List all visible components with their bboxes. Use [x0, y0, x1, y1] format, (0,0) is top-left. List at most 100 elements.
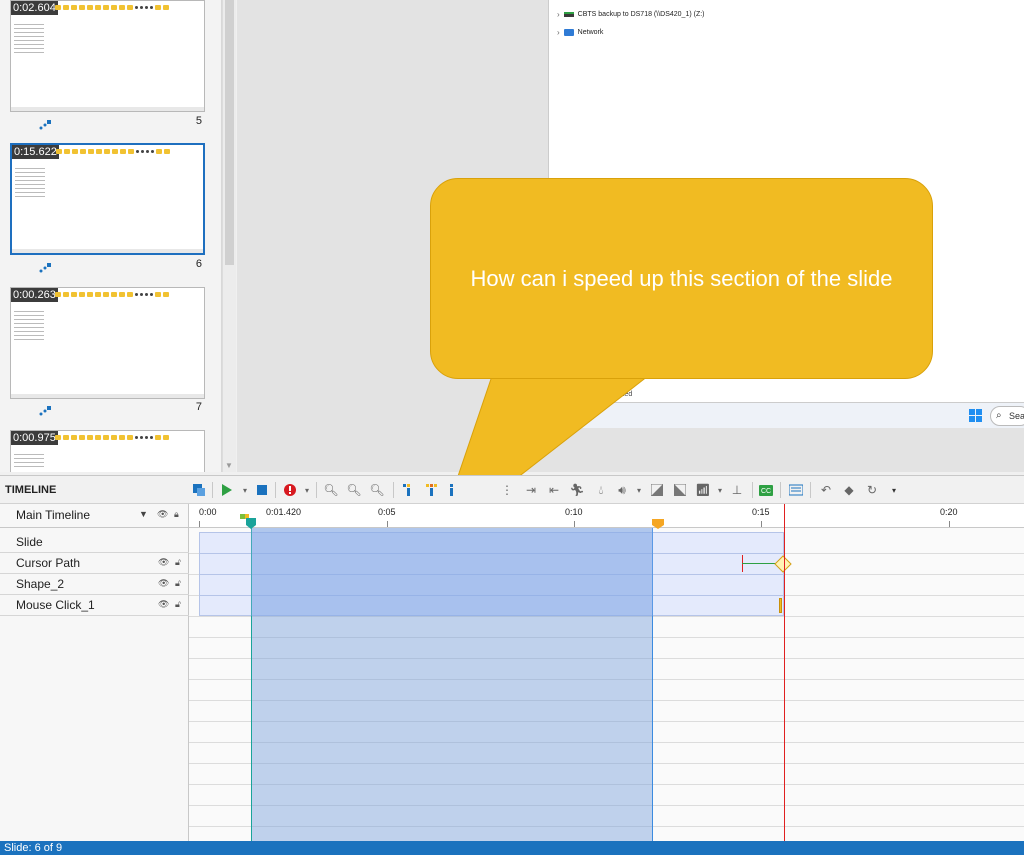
track-label: Mouse Click_1 [16, 598, 95, 612]
ruler-tick [574, 521, 575, 527]
chevron-down-icon[interactable]: ▾ [236, 481, 254, 499]
audio-levels-icon[interactable]: 📶︎ [694, 481, 712, 499]
track-shape-2[interactable]: Shape_2 👁︎ 🔓︎ [0, 574, 189, 595]
zoom-in-icon[interactable]: 🔍︎ [322, 481, 340, 499]
ruler-label: 0:00 [199, 507, 217, 517]
track-label: Shape_2 [16, 577, 65, 591]
drive-label: CBTS backup to DS718 (\\DS420_1) (Z:) [577, 11, 705, 18]
playhead-marker[interactable] [240, 514, 260, 530]
slide-duration: 0:00.975 [11, 431, 58, 445]
eye-icon[interactable]: 👁︎ [158, 599, 169, 610]
ruler-label: 0:15 [752, 507, 770, 517]
volume-icon[interactable]: 🔊︎ [613, 481, 631, 499]
thumbnail-scrollbar[interactable]: ▼ [222, 0, 236, 472]
keyframe-diamond-icon[interactable] [774, 555, 792, 573]
keyframe-icon[interactable]: ◆ [840, 481, 858, 499]
time-ruler[interactable]: 0:00 0:05 0:10 0:15 0:20 0:01.420 [189, 504, 1024, 528]
scrollbar-thumb[interactable] [225, 0, 234, 265]
track-label: Cursor Path [16, 556, 81, 570]
fade-out-icon[interactable] [671, 481, 689, 499]
chevron-down-icon[interactable]: ▼ [139, 509, 148, 519]
slide-duration: 0:15.622 [12, 145, 59, 159]
align-right-icon[interactable] [443, 481, 461, 499]
eye-icon[interactable]: 👁︎ [157, 509, 168, 520]
main-timeline-selector[interactable]: Main Timeline ▼ 👁︎ 🔒︎ [0, 504, 189, 528]
explorer-status-text: cted [619, 391, 633, 398]
range-end-marker[interactable] [652, 519, 664, 529]
speed-icon[interactable]: 🏃︎ [568, 481, 586, 499]
track-label: Slide [16, 535, 43, 549]
timeline-panel: TIMELINE ▾ ▾ 🔍︎ 🔍︎ 🔍︎ ⋮ ⇥ ⇤ 🏃︎ 💧︎ 🔊︎ ▾ 📶… [0, 475, 1024, 842]
zoom-out-icon[interactable]: 🔍︎ [345, 481, 363, 499]
marker-icon[interactable]: ⊥ [728, 481, 746, 499]
lock-icon[interactable]: 🔒︎ [174, 509, 179, 520]
expand-icon[interactable]: ⇥ [522, 481, 540, 499]
slide-count-status: Slide: 6 of 9 [4, 842, 63, 854]
slide-end-line[interactable] [784, 504, 785, 842]
mouse-click-marker[interactable] [779, 598, 782, 613]
ruler-label: 0:20 [940, 507, 958, 517]
play-icon[interactable] [218, 481, 236, 499]
thumbnail-preview [55, 292, 205, 299]
thumbnail-preview-lines [14, 451, 44, 470]
timeline-track-list: Main Timeline ▼ 👁︎ 🔒︎ Slide Cursor Path … [0, 504, 189, 842]
collapse-icon[interactable]: ⇤ [545, 481, 563, 499]
timeline-tracks-area[interactable]: 0:00 0:05 0:10 0:15 0:20 0:01.420 [189, 504, 1024, 842]
taskbar-search-label: Sea [1009, 411, 1024, 421]
eye-icon[interactable]: 👁︎ [158, 578, 169, 589]
network-drive-icon [563, 12, 574, 17]
slide-thumbnail-5[interactable]: 0:02.604 [10, 0, 205, 112]
align-center-icon[interactable] [423, 481, 441, 499]
chevron-down-icon[interactable]: ▾ [298, 481, 316, 499]
properties-icon[interactable] [787, 481, 805, 499]
timeline-title: TIMELINE [5, 484, 57, 496]
toolbar-divider [752, 482, 753, 498]
speech-bubble-callout[interactable]: How can i speed up this section of the s… [430, 178, 933, 379]
slide-thumbnail-8[interactable]: 0:00.975 [10, 430, 205, 472]
chevron-down-icon[interactable]: ▾ [711, 481, 729, 499]
fade-in-icon[interactable] [648, 481, 666, 499]
ruler-tick [949, 521, 950, 527]
closed-captions-icon[interactable]: CC [757, 481, 775, 499]
slide-duration: 0:02.604 [11, 1, 58, 15]
unlock-icon[interactable]: 🔓︎ [175, 557, 181, 568]
unlock-icon[interactable]: 🔓︎ [175, 578, 181, 589]
windows-taskbar: ⌕ Sea [548, 402, 1024, 428]
unlock-icon[interactable]: 🔓︎ [175, 599, 181, 610]
track-mouse-click-1[interactable]: Mouse Click_1 👁︎ 🔓︎ [0, 595, 189, 616]
cursor-path-icon [39, 117, 51, 135]
fill-icon[interactable]: 💧︎ [592, 481, 610, 499]
svg-text:CC: CC [761, 488, 771, 495]
track-slide[interactable]: Slide [0, 532, 189, 553]
search-icon: ⌕ [996, 410, 1002, 421]
split-icon[interactable]: ⋮ [498, 481, 516, 499]
thumbnail-preview [55, 5, 205, 12]
stop-all-icon[interactable] [190, 481, 208, 499]
stop-icon[interactable] [253, 481, 271, 499]
slide-number: 7 [195, 401, 202, 413]
status-bar: Slide: 6 of 9 [0, 841, 1024, 855]
slide-thumbnail-6[interactable]: 0:15.622 [10, 143, 205, 255]
selected-range-track-overlay [251, 528, 653, 616]
scroll-down-arrow-icon[interactable]: ▼ [225, 461, 233, 470]
explorer-drive-row: › CBTS backup to DS718 (\\DS420_1) (Z:) [557, 10, 705, 19]
thumbnail-preview-taskbar [11, 394, 204, 398]
chevron-down-icon[interactable]: ▾ [885, 481, 903, 499]
redo-icon[interactable]: ↻ [863, 481, 881, 499]
zoom-fit-icon[interactable]: 🔍︎ [368, 481, 386, 499]
windows-logo-icon [969, 409, 982, 422]
taskbar-search-box: ⌕ Sea [990, 406, 1024, 426]
slide-number: 6 [195, 258, 202, 270]
record-icon[interactable] [281, 481, 299, 499]
undo-icon[interactable]: ↶ [817, 481, 835, 499]
explorer-network-row: › Network [557, 28, 603, 37]
track-cursor-path[interactable]: Cursor Path 👁︎ 🔓︎ [0, 553, 189, 574]
thumbnail-preview [55, 435, 205, 442]
eye-icon[interactable]: 👁︎ [158, 557, 169, 568]
slide-number: 5 [195, 115, 202, 127]
align-left-icon[interactable] [400, 481, 418, 499]
slide-thumbnail-7[interactable]: 0:00.263 [10, 287, 205, 399]
chevron-down-icon[interactable]: ▾ [630, 481, 648, 499]
thumbnail-preview-lines [14, 21, 44, 56]
toolbar-divider [212, 482, 213, 498]
